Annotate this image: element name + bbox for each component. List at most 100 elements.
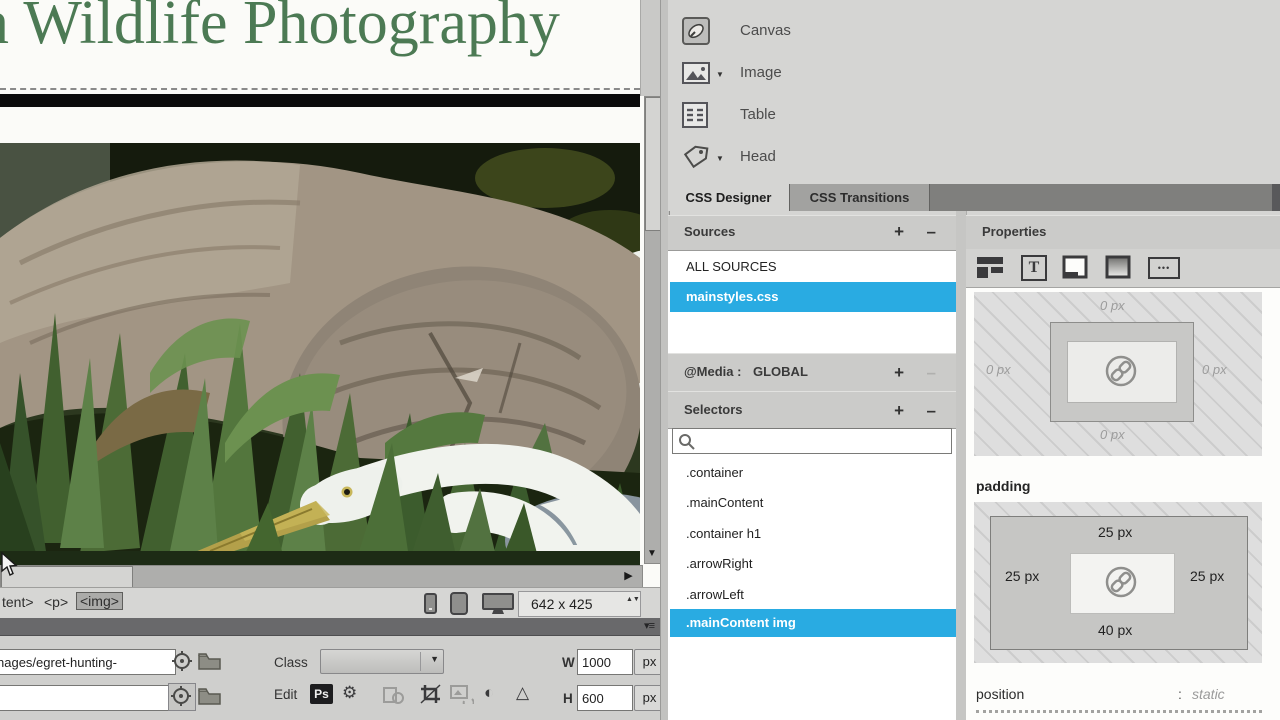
brightness-contrast-icon[interactable]: ◐ — [484, 683, 494, 703]
window-size-selector[interactable]: 642 x 425 ▲▼ — [518, 591, 641, 617]
media-value: GLOBAL — [753, 364, 808, 379]
tab-css-transitions[interactable]: CSS Transitions — [790, 184, 930, 211]
add-media-button[interactable]: + — [894, 363, 904, 383]
selector-item[interactable]: .container h1 — [670, 519, 956, 549]
src-field[interactable] — [0, 649, 176, 675]
padding-right-value[interactable]: 25 px — [1190, 568, 1224, 584]
chevron-down-icon: ▼ — [430, 654, 439, 664]
position-property-label: position — [976, 686, 1024, 702]
property-inspector: ▾≡ Class ▼ W px — [0, 618, 660, 720]
crop-icon[interactable] — [420, 684, 442, 704]
vertical-scrollbar-thumb[interactable] — [645, 97, 661, 231]
sharpen-icon[interactable]: △ — [516, 683, 529, 703]
media-title: @Media : — [684, 364, 741, 379]
padding-top-value[interactable]: 25 px — [1098, 524, 1132, 540]
edit-label: Edit — [274, 687, 297, 702]
resample-icon — [450, 684, 474, 704]
egret-eye — [344, 489, 350, 495]
tag-selector-p[interactable]: <p> — [44, 594, 68, 610]
horizontal-scrollbar-thumb[interactable] — [1, 566, 133, 588]
selector-search-box — [672, 428, 952, 454]
text-category-icon[interactable]: T — [1021, 255, 1047, 281]
scroll-down-arrow-icon[interactable]: ▼ — [645, 546, 659, 562]
remove-source-button[interactable]: – — [927, 222, 936, 242]
properties-header: Properties — [966, 215, 1280, 251]
height-field[interactable] — [577, 685, 633, 711]
window-size-value: 642 x 425 — [519, 596, 593, 612]
chevron-down-icon[interactable]: ▼ — [716, 70, 724, 79]
padding-section-label: padding — [976, 478, 1030, 494]
insert-item-label: Image — [740, 64, 782, 81]
selector-item[interactable]: .mainContent — [670, 488, 956, 518]
width-field[interactable] — [577, 649, 633, 675]
link-values-icon[interactable] — [1104, 565, 1138, 599]
selector-item[interactable]: .container — [670, 458, 956, 488]
point-to-file-icon[interactable] — [172, 651, 192, 671]
source-item-selected[interactable]: mainstyles.css — [670, 282, 956, 312]
properties-title: Properties — [982, 224, 1046, 239]
remove-selector-button[interactable]: – — [927, 401, 936, 421]
browse-folder-icon[interactable] — [198, 652, 221, 670]
desktop-preview-icon[interactable] — [482, 593, 514, 615]
margin-top-value[interactable]: 0 px — [1100, 298, 1125, 313]
canvas-icon — [682, 17, 710, 45]
margin-right-value[interactable]: 0 px — [1202, 362, 1227, 377]
selector-search-input[interactable] — [699, 431, 943, 448]
selector-item[interactable]: .arrowLeft — [670, 580, 956, 610]
add-selector-button[interactable]: + — [894, 401, 904, 421]
sources-title: Sources — [684, 224, 735, 239]
insert-item-table[interactable]: Table — [668, 100, 1280, 130]
sources-header: Sources + – — [668, 215, 956, 251]
tag-selector-img[interactable]: <img> — [76, 592, 123, 610]
properties-separator — [976, 710, 1262, 713]
link-values-icon[interactable] — [1104, 354, 1138, 388]
media-header: @Media : GLOBAL + – — [668, 353, 956, 392]
insert-panel: Canvas ▼ Image Table — [668, 0, 1280, 184]
layout-category-icon[interactable] — [977, 257, 1003, 278]
padding-left-value[interactable]: 25 px — [1005, 568, 1039, 584]
photoshop-button[interactable]: Ps — [310, 684, 333, 704]
selector-item[interactable]: .arrowRight — [670, 549, 956, 579]
tab-css-designer[interactable]: CSS Designer — [668, 184, 790, 211]
insert-item-image[interactable]: ▼ Image — [668, 58, 1280, 88]
position-separator: : — [1178, 686, 1182, 702]
panel-menu-icon[interactable]: ▾≡ — [644, 619, 654, 632]
browse-folder-icon[interactable] — [198, 687, 221, 705]
add-source-button[interactable]: + — [894, 222, 904, 242]
tag-selector-ancestor[interactable]: tent> — [2, 594, 34, 610]
scroll-right-arrow-icon[interactable]: ▶ — [617, 566, 640, 586]
point-to-file-button[interactable] — [168, 683, 196, 711]
insert-item-head[interactable]: ▼ Head — [668, 142, 1280, 172]
padding-bottom-value[interactable]: 40 px — [1098, 622, 1132, 638]
search-icon — [678, 433, 696, 451]
margin-bottom-value[interactable]: 0 px — [1100, 427, 1125, 442]
document-edge — [640, 0, 662, 96]
phone-preview-icon[interactable] — [424, 593, 437, 614]
page-title: n Wildlife Photography — [0, 0, 560, 59]
more-category-icon[interactable]: ••• — [1148, 257, 1180, 279]
edit-settings-gear-icon[interactable]: ⚙ — [342, 683, 357, 703]
point-to-file-icon — [171, 686, 191, 706]
remove-media-button[interactable]: – — [927, 363, 936, 383]
selection-marquee — [0, 88, 640, 90]
page-heading-area[interactable]: n Wildlife Photography — [0, 0, 640, 88]
egret-photo[interactable] — [0, 143, 640, 565]
tab-bar-endcap — [1272, 184, 1280, 211]
update-from-original-icon — [382, 684, 404, 704]
class-label: Class — [274, 655, 308, 670]
tablet-preview-icon[interactable] — [450, 592, 468, 615]
horizontal-scrollbar[interactable]: ▶ — [0, 565, 643, 589]
border-category-icon[interactable] — [1062, 255, 1088, 279]
link-field[interactable] — [0, 685, 176, 711]
class-dropdown[interactable]: ▼ — [320, 649, 444, 674]
document-window: n Wildlife Photography — [0, 0, 660, 720]
chevron-down-icon[interactable]: ▼ — [716, 154, 724, 163]
panel-tab-bar: CSS Designer CSS Transitions — [668, 184, 1280, 211]
selector-item-selected[interactable]: .mainContent img — [670, 609, 956, 637]
source-item-all[interactable]: ALL SOURCES — [670, 252, 956, 282]
margin-left-value[interactable]: 0 px — [986, 362, 1011, 377]
position-property-value[interactable]: static — [1192, 686, 1225, 702]
background-category-icon[interactable] — [1105, 255, 1131, 279]
insert-item-canvas[interactable]: Canvas — [668, 16, 1280, 46]
size-stepper-icon[interactable]: ▲▼ — [626, 596, 635, 612]
